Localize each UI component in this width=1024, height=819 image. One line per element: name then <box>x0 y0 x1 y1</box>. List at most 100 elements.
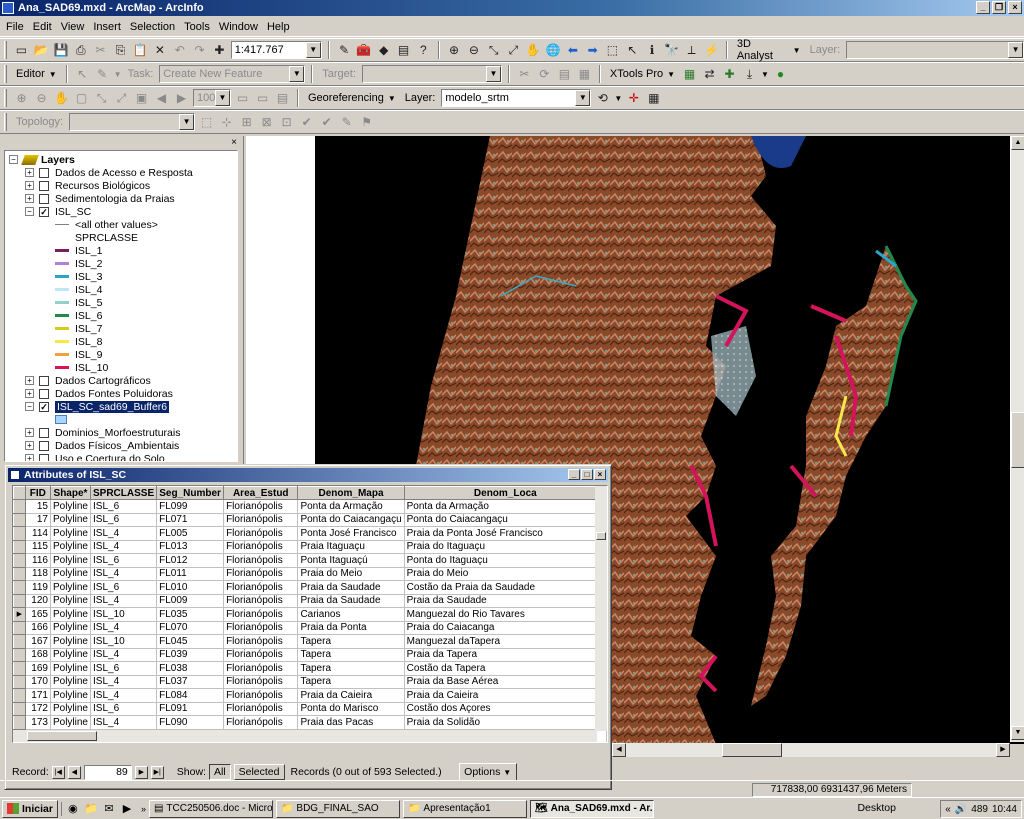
close-button[interactable]: × <box>1008 1 1022 14</box>
back-icon[interactable]: ⬅ <box>564 42 581 59</box>
map-topology-icon[interactable]: ⬚ <box>198 114 215 131</box>
next-record-icon[interactable]: ▶ <box>134 765 148 779</box>
folder-icon[interactable]: 📁 <box>84 802 98 816</box>
table-row[interactable]: 170 Polyline ISL_4 FL037 Florianópolis Tapera… <box>13 674 607 689</box>
map-horizontal-scrollbar[interactable]: ◀ ▶ <box>612 743 1010 757</box>
table-row[interactable]: 115 Polyline ISL_4 FL013 Florianópolis Praia … <box>13 539 607 554</box>
table-row[interactable]: ▶ 165 Polyline ISL_10 FL035 Florianópolis Cari… <box>13 607 607 622</box>
table-row[interactable]: 120 Polyline ISL_4 FL009 Florianópolis Praia … <box>13 593 607 608</box>
find-icon[interactable]: 🔭 <box>663 42 680 59</box>
table-cell[interactable]: Ponta da Armação <box>297 499 405 514</box>
collapse-icon[interactable]: − <box>25 402 34 411</box>
chevron-down-icon[interactable]: ▼ <box>305 42 321 58</box>
table-cell[interactable]: Carianos <box>297 607 405 622</box>
desktop-toolbar-label[interactable]: Desktop <box>857 802 896 814</box>
table-cell[interactable]: 169 <box>25 661 51 676</box>
table-cell[interactable]: ISL_6 <box>90 499 158 514</box>
table-cell[interactable]: Florianópolis <box>223 634 299 649</box>
expand-icon[interactable]: + <box>25 376 34 385</box>
last-record-icon[interactable]: ▶| <box>150 765 164 779</box>
table-cell[interactable]: Polyline <box>50 648 92 662</box>
table-cell[interactable]: 15 <box>25 499 51 514</box>
menu-insert[interactable]: Insert <box>93 21 121 33</box>
expand-icon[interactable]: + <box>25 389 34 398</box>
open-icon[interactable]: 📂 <box>33 42 50 59</box>
table-cell[interactable]: FL012 <box>156 553 225 568</box>
table-cell[interactable]: Praia das Pacas <box>297 715 405 730</box>
chevron-down-icon[interactable]: ▼ <box>114 70 122 79</box>
row-selector[interactable] <box>13 701 26 716</box>
table-cell[interactable]: FL039 <box>156 648 225 662</box>
toc-layer-item[interactable]: + Dados Fontes Poluidoras <box>25 387 173 400</box>
toggle-draft-icon[interactable]: ▭ <box>234 90 251 107</box>
sketch-tool-icon[interactable]: ✎ <box>94 66 111 83</box>
table-cell[interactable]: FL070 <box>156 621 225 635</box>
table-cell[interactable]: ISL_4 <box>90 648 158 662</box>
table-cell[interactable]: 17 <box>25 513 51 527</box>
table-cell[interactable]: 172 <box>25 702 51 716</box>
column-header[interactable]: SPRCLASSE <box>89 486 158 500</box>
row-selector[interactable] <box>13 688 26 703</box>
table-cell[interactable]: Praia da Ponta José Francisco <box>404 526 607 541</box>
table-cell[interactable]: Polyline <box>50 580 92 595</box>
table-row[interactable]: 119 Polyline ISL_6 FL010 Florianópolis Praia … <box>13 580 607 595</box>
scroll-right-icon[interactable]: ▶ <box>996 743 1010 757</box>
info-icon[interactable]: ● <box>772 66 789 83</box>
table-cell[interactable]: FL090 <box>156 715 225 730</box>
row-selector[interactable] <box>13 553 26 568</box>
table-cell[interactable]: Praia da Caieira <box>404 688 607 703</box>
table-cell[interactable]: Ponta Itaguaçú <box>297 553 405 568</box>
georeferencing-menu[interactable]: Georeferencing ▼ <box>305 92 399 104</box>
table-cell[interactable]: Florianópolis <box>223 715 299 730</box>
task-button[interactable]: 📁 Apresentação1 <box>402 799 527 818</box>
arctoolbox-icon[interactable]: 🧰 <box>356 42 373 59</box>
forward-extent-icon[interactable]: ▶ <box>173 90 190 107</box>
task-combo[interactable]: Create New Feature ▼ <box>159 65 306 83</box>
table-cell[interactable]: Polyline <box>50 526 92 541</box>
select-icon[interactable]: ↖ <box>624 42 641 59</box>
expand-icon[interactable]: + <box>25 428 34 437</box>
planarize-icon[interactable]: ⊡ <box>278 114 295 131</box>
layer-checkbox[interactable] <box>39 167 49 178</box>
table-cell[interactable]: Polyline <box>50 553 92 568</box>
menu-selection[interactable]: Selection <box>130 21 175 33</box>
task-button-active[interactable]: 🗺 Ana_SAD69.mxd - Ar... <box>529 799 654 818</box>
cut-icon[interactable]: ✂ <box>92 42 109 59</box>
table-row[interactable]: 171 Polyline ISL_4 FL084 Florianópolis Praia … <box>13 688 607 703</box>
table-cell[interactable]: Praia da Saudade <box>404 594 607 608</box>
construct-features-icon[interactable]: ⊠ <box>258 114 275 131</box>
fixed-zoom-in-layout-icon[interactable]: ⤡ <box>93 90 110 107</box>
table-cell[interactable]: Polyline <box>50 567 92 581</box>
column-header[interactable]: FID <box>24 486 51 500</box>
layer-checkbox[interactable] <box>39 440 49 451</box>
table-cell[interactable]: Polyline <box>50 540 92 554</box>
table-cell[interactable]: Polyline <box>50 607 92 622</box>
command-line-icon[interactable]: ▤ <box>395 42 412 59</box>
toc-layer-item[interactable]: + Uso e Coertura do Solo <box>25 452 165 461</box>
table-cell[interactable]: FL071 <box>156 513 225 527</box>
view-link-table-icon[interactable]: ▦ <box>645 90 662 107</box>
table-cell[interactable]: 165 <box>25 607 51 622</box>
table-cell[interactable]: Costão da Tapera <box>404 661 607 676</box>
table-cell[interactable]: 116 <box>25 553 51 568</box>
chevron-down-icon[interactable]: ▼ <box>575 90 591 106</box>
3d-analyst-menu[interactable]: 3D Analyst ▼ <box>734 38 804 62</box>
table-cell[interactable]: 120 <box>25 594 51 608</box>
table-cell[interactable]: Polyline <box>50 499 92 514</box>
scroll-left-icon[interactable]: ◀ <box>612 743 626 757</box>
table-cell[interactable]: FL084 <box>156 688 225 703</box>
fixed-zoom-in-icon[interactable]: ⤡ <box>485 42 502 59</box>
row-selector[interactable] <box>13 580 26 595</box>
start-button[interactable]: Iniciar <box>2 799 58 818</box>
table-cell[interactable]: Praia da Saudade <box>297 580 405 595</box>
record-number-input[interactable]: 89 <box>83 764 132 780</box>
table-cell[interactable]: Florianópolis <box>223 594 299 608</box>
show-all-button[interactable]: All <box>208 764 231 780</box>
print-icon[interactable]: ⎙ <box>72 42 89 59</box>
editor-toolbar-icon[interactable]: ✎ <box>336 42 353 59</box>
table-row[interactable]: 116 Polyline ISL_6 FL012 Florianópolis Ponta … <box>13 553 607 568</box>
table-cell[interactable]: Ponta do Caiacangaçu <box>404 513 607 527</box>
table-row[interactable]: 15 Polyline ISL_6 FL099 Florianópolis Ponta d… <box>13 499 607 514</box>
table-cell[interactable]: Ponta José Francisco <box>297 526 405 541</box>
toc-layer-item[interactable]: + Sedimentologia da Praias <box>25 192 175 205</box>
